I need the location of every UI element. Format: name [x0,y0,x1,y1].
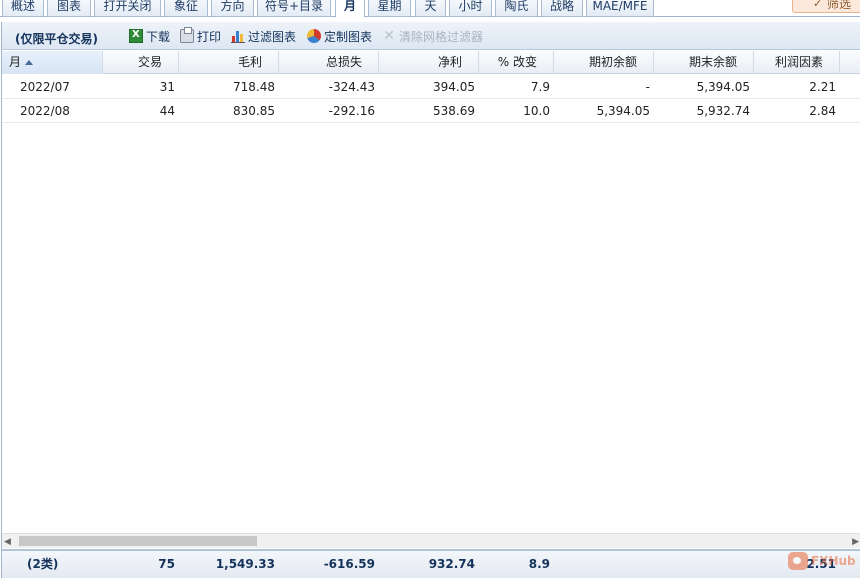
check-icon: ✓ [813,0,823,10]
cell-end-balance: 5,932.74 [696,104,750,118]
tab-hour[interactable]: 小时 [449,0,492,17]
summary-gross-loss: -616.59 [323,557,375,571]
tab-symbol[interactable]: 象征 [164,0,208,17]
tab-bar: 概述 图表 打开关闭 象征 方向 符号+目录 月 星期 天 小时 陶氏 战略 M… [0,0,860,18]
cell-end-balance: 5,394.05 [696,80,750,94]
custom-chart-label: 定制图表 [324,29,373,44]
print-label: 打印 [197,29,222,44]
filter-button-label: 筛选 [827,0,852,11]
summary-label: (2类) [27,557,59,571]
column-header-end-balance[interactable]: 期末余额 [654,51,754,74]
cell-trades: 44 [159,104,175,118]
tab-overview[interactable]: 概述 [2,0,44,17]
fxhub-logo-icon [788,552,808,570]
cell-profit-factor: 2.21 [809,80,836,94]
scroll-right-icon[interactable]: ▶ [852,537,859,547]
sort-ascending-icon [25,60,34,65]
cell-net-profit: 538.69 [433,104,475,118]
cell-pct-change: 10.0 [523,104,550,118]
tab-open-close[interactable]: 打开关闭 [94,0,161,17]
clear-grid-filter-button[interactable]: ✕ 清除网格过滤器 [382,28,483,44]
scroll-left-icon[interactable]: ◀ [4,537,11,547]
column-header-trades[interactable]: 交易 [103,51,179,74]
tab-dow[interactable]: 陶氏 [495,0,538,17]
filter-button[interactable]: ✓ 筛选 [792,0,860,13]
cell-start-balance: 5,394.05 [596,104,650,118]
cell-gross-profit: 718.48 [233,80,275,94]
scrollbar-thumb[interactable] [19,536,257,546]
summary-gross-profit: 1,549.33 [215,557,275,571]
column-header-net-profit[interactable]: 净利 [379,51,479,74]
summary-end-balance [654,551,754,578]
column-header-gross-profit[interactable]: 毛利 [179,51,279,74]
column-header-start-balance[interactable]: 期初余额 [554,51,654,74]
column-header-pct-change[interactable]: % 改变 [479,51,554,74]
cell-month: 2022/07 [20,80,70,94]
column-header-month[interactable]: 月 [2,51,103,74]
summary-net-profit: 932.74 [428,557,475,571]
download-button[interactable]: 下载 [129,28,170,44]
closed-trades-only-label: (仅限平仓交易) [15,32,98,46]
excel-icon [129,29,143,43]
summary-pct-change: 8.9 [528,557,550,571]
custom-chart-button[interactable]: 定制图表 [307,28,372,44]
tab-month[interactable]: 月 [335,0,365,18]
tab-day[interactable]: 天 [415,0,446,17]
download-label: 下载 [146,29,171,44]
filter-chart-button[interactable]: 过滤图表 [231,28,296,44]
toolbar: (仅限平仓交易) 下载 打印 过滤图表 定制图表 ✕ 清除网格过滤器 [2,22,860,50]
table-row[interactable]: 2022/08 44 830.85 -292.16 538.69 10.0 5,… [2,99,860,123]
cell-gross-loss: -292.16 [328,104,375,118]
summary-start-balance [554,551,654,578]
tab-chart[interactable]: 图表 [47,0,91,17]
column-header-month-label: 月 [9,55,22,69]
table-row[interactable]: 2022/07 31 718.48 -324.43 394.05 7.9 - 5… [2,75,860,99]
cell-month: 2022/08 [20,104,70,118]
printer-icon [180,27,194,43]
tab-week[interactable]: 星期 [368,0,411,17]
pie-chart-icon [307,29,321,43]
tab-direction[interactable]: 方向 [211,0,254,17]
cell-pct-change: 7.9 [530,80,550,94]
fxhub-watermark: FXHub [788,552,856,570]
clear-grid-filter-label: 清除网格过滤器 [399,29,484,44]
horizontal-scrollbar[interactable]: ◀ ▶ [2,533,860,548]
summary-row: (2类) 75 1,549.33 -616.59 932.74 8.9 2.51 [2,549,860,578]
cell-profit-factor: 2.84 [809,104,836,118]
tab-strategy[interactable]: 战略 [541,0,583,17]
summary-trades: 75 [158,557,175,571]
bar-chart-icon [231,29,245,43]
cell-net-profit: 394.05 [433,80,475,94]
column-header-gross-loss[interactable]: 总损失 [279,51,379,74]
cell-gross-loss: -324.43 [328,80,375,94]
filter-chart-label: 过滤图表 [248,29,297,44]
tab-symbol-catalog[interactable]: 符号+目录 [257,0,331,17]
watermark-text: FXHub [811,554,856,568]
monthly-report-panel: (仅限平仓交易) 下载 打印 过滤图表 定制图表 ✕ 清除网格过滤器 [1,22,860,578]
cell-start-balance: - [645,80,650,94]
grid-header: 月 交易 毛利 总损失 净利 % 改变 期初余额 期末余额 利润因素 [2,51,860,74]
clear-filter-icon: ✕ [383,28,395,44]
cell-trades: 31 [159,80,175,94]
print-button[interactable]: 打印 [180,27,222,44]
tab-mae-mfe[interactable]: MAE/MFE [586,0,654,17]
column-header-profit-factor[interactable]: 利润因素 [754,51,840,74]
cell-gross-profit: 830.85 [233,104,275,118]
